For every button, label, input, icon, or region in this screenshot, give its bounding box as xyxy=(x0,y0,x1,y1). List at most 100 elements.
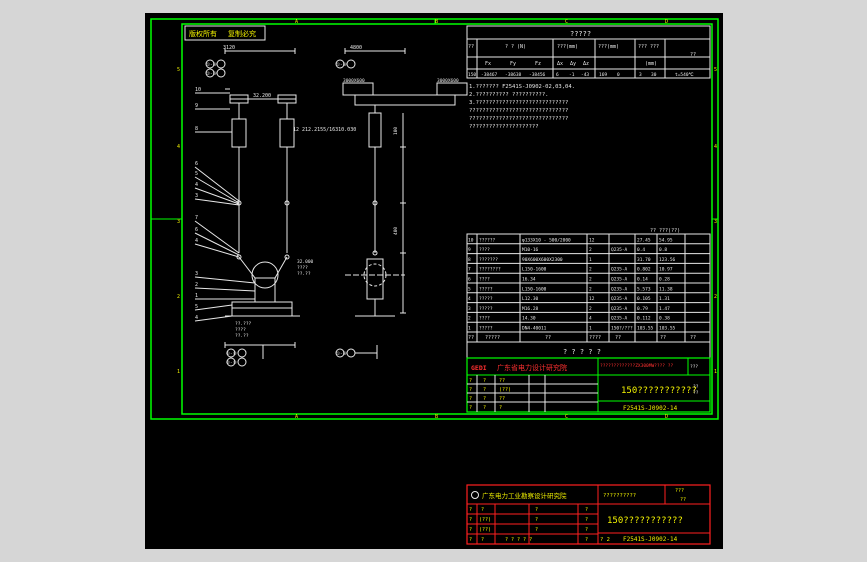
frame-dim: 3000X600 xyxy=(437,78,459,84)
border-mark: B xyxy=(435,19,438,25)
load-table-cell: -38467 xyxy=(481,72,498,78)
bom-cell: ??????? xyxy=(479,257,498,263)
bom-cell: 10.97 xyxy=(659,267,673,273)
bom-cell: L150-1600 xyxy=(522,267,547,273)
border-mark: 5 xyxy=(177,67,180,73)
bom-cell: 103.55 xyxy=(659,326,676,332)
bom-cell: 4 xyxy=(589,316,592,322)
part-number: 5 xyxy=(195,171,198,177)
axis-tag: ①-⑧ xyxy=(226,351,238,357)
sign-row-2: ? xyxy=(585,507,588,513)
note-bottom: ??.??? xyxy=(235,321,252,327)
bom-cell: ????? xyxy=(479,326,493,332)
bom-cell: 1 xyxy=(468,326,471,332)
bom-cell: 3 xyxy=(468,306,471,312)
drawing-number-2: F2541S-J0902-14 xyxy=(623,536,678,543)
bom-cell: 150?/??? xyxy=(611,326,633,332)
load-table-cell: -43 xyxy=(581,72,589,78)
bom-cell: ???????? xyxy=(479,267,501,273)
logo-icon xyxy=(471,491,479,499)
part-number: 9 xyxy=(195,103,198,109)
axis-tag: ①-⑧ xyxy=(206,62,218,68)
bom-cell: 7 xyxy=(468,267,471,273)
stamp-right: 复制必究 xyxy=(228,29,256,38)
part-number: 2 xyxy=(195,282,198,288)
bom-footer: ?? xyxy=(468,335,474,341)
offset-dim: 400 xyxy=(393,227,399,235)
load-table-cell: -1 xyxy=(569,72,575,78)
border-mark: 3 xyxy=(177,219,180,225)
bom-cell: ????? xyxy=(479,286,493,292)
bom-cell: Q235-A xyxy=(611,247,628,253)
bom-cell: φ133X10 - 500/2000 xyxy=(522,237,571,243)
sign-row: ? xyxy=(483,387,486,393)
sign-row-2: ? xyxy=(469,507,472,513)
bom-cell: 103.55 xyxy=(637,326,654,332)
load-table-subheader: Δz xyxy=(583,61,589,67)
bom-cell: ???? xyxy=(479,316,490,322)
institute-name-2: 广东电力工业勘察设计研究院 xyxy=(482,491,567,500)
frame-dim: 3000X600 xyxy=(343,78,365,84)
bom-cell: ????? xyxy=(479,306,493,312)
bom-cell: 123.56 xyxy=(659,257,676,263)
bom-cell: 90X600X600X2300 xyxy=(522,257,563,263)
border-mark: C xyxy=(565,414,568,420)
bom-cell: 1 xyxy=(589,257,592,263)
note-left: ??.?? xyxy=(297,271,311,277)
sign-row-2: ? xyxy=(481,537,484,543)
load-table-header: ? ? (N) xyxy=(505,44,526,50)
border-mark: 5 xyxy=(714,67,717,73)
border-mark: D xyxy=(665,414,668,420)
bom-cell: 1.31 xyxy=(659,296,670,302)
part-number: 8 xyxy=(195,126,198,132)
note-bottom: ??.?? xyxy=(235,333,249,339)
bom-cell: 0.8 xyxy=(659,247,667,253)
bom-cell: 2 xyxy=(589,286,592,292)
bom-cell: ???? xyxy=(479,277,490,283)
part-number: 1 xyxy=(195,293,198,299)
load-table: ????? ?? ? ? (N) ???(mm) ???(mm) ??? ???… xyxy=(466,25,711,79)
cad-drawing: 5 4 3 2 1 5 4 3 2 1 A B C D A B C D 版权所有… xyxy=(150,18,719,545)
bom-cell: 9 xyxy=(468,247,471,253)
bom-cell: Q235-A xyxy=(611,277,628,283)
stage-2: ??? xyxy=(675,488,684,494)
bom-cell: 8 xyxy=(468,257,471,263)
note-line: ?????????????????????????????? xyxy=(469,108,568,114)
bom-cell: ????? xyxy=(479,296,493,302)
axis-tag: ②-⑨ xyxy=(206,71,218,77)
border-mark: 2 xyxy=(177,294,180,300)
bom-cell: Q235-A xyxy=(611,306,628,312)
bom-footer: ?? xyxy=(615,335,621,341)
bom-cell: 2 xyxy=(589,247,592,253)
border-mark: 1 xyxy=(177,369,180,375)
bom-footer: ????? xyxy=(485,335,500,341)
title-block-1: ? ? ? ? ? GEDI 广东省电力设计研究院 ?????????????Z… xyxy=(466,341,711,413)
sign-row-2: ? xyxy=(585,517,588,523)
title-block-2: 广东电力工业勘察设计研究院 ?????????? ??? ?? ? ? ? ? … xyxy=(466,484,711,545)
bom-footer: ???? xyxy=(589,335,601,341)
note-bottom: ???? xyxy=(235,327,246,333)
load-table-cell: 3 xyxy=(639,72,642,78)
bom-cell: 2 xyxy=(589,267,592,273)
elev-label: 32.200 xyxy=(253,93,271,99)
sign-row: ? xyxy=(469,378,472,384)
dim-right-top: 4800 xyxy=(350,45,362,51)
code-2: ?? xyxy=(680,497,686,503)
bom-cell: Q235-A xyxy=(611,267,628,273)
bom-cell: 4 xyxy=(468,296,471,302)
bom-cell: 2 xyxy=(589,277,592,283)
part-number: 4 xyxy=(195,182,198,188)
bom-cell: 1.47 xyxy=(659,306,670,312)
sign-row: (??) xyxy=(499,387,511,393)
part-number: 7 xyxy=(195,215,198,221)
border-mark: C xyxy=(565,19,568,25)
bom-cell: 10 xyxy=(468,237,474,243)
load-table-cell: 6 xyxy=(556,72,559,78)
bom-cell: ?????? xyxy=(479,237,496,243)
sign-row: ? xyxy=(499,405,502,411)
right-side-view: 4800 ①-⑧ 3000X600 3000X600 100 400 ①-⑧ xyxy=(335,45,468,359)
part-number: 4 xyxy=(195,238,198,244)
note-left: ???? xyxy=(297,265,308,271)
bom-cell: L12.30 xyxy=(522,296,539,302)
sign-row: ? xyxy=(469,396,472,402)
